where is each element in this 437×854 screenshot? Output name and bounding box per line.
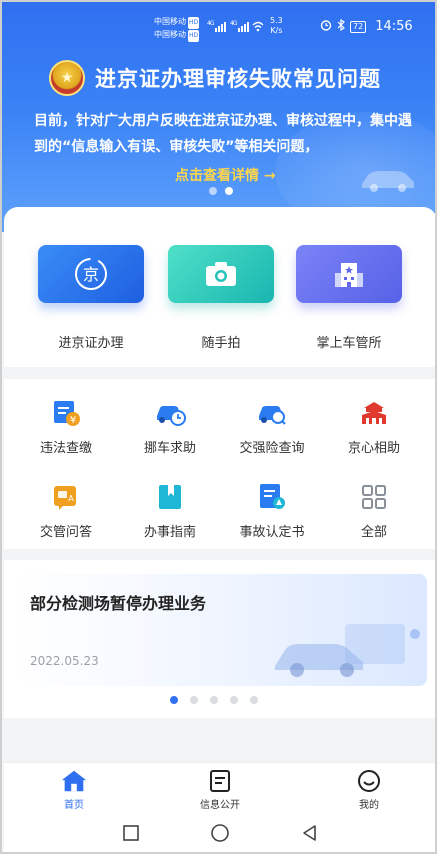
svg-text:京: 京	[83, 265, 99, 284]
grid-item-qa[interactable]: A 交管问答	[16, 481, 116, 540]
photo-report-tile-button[interactable]	[168, 245, 274, 303]
carrier-info: 中国移动 HD 中国移动 HD	[154, 16, 200, 42]
right-status: 72 14:56	[320, 18, 413, 34]
grid-item-guide[interactable]: 办事指南	[120, 481, 220, 540]
vehicle-office-tile-button[interactable]	[296, 245, 402, 303]
news-pagination	[170, 696, 258, 704]
nav-label-info: 信息公开	[200, 800, 240, 811]
grid-item-insurance-query[interactable]: 交强险查询	[222, 397, 322, 456]
news-dot-5[interactable]	[250, 696, 258, 704]
circle-icon	[211, 824, 229, 842]
grid-label-accident-doc: 事故认定书	[239, 525, 305, 540]
jingzheng-tile-button[interactable]: 京	[38, 245, 144, 303]
battery-indicator: 72	[350, 20, 367, 33]
clock-time: 14:56	[375, 19, 413, 34]
guide-bookmark-icon	[154, 481, 186, 513]
svg-text:¥: ¥	[70, 415, 76, 426]
bluetooth-icon	[337, 18, 345, 34]
move-car-icon	[154, 397, 186, 429]
svg-text:4G: 4G	[230, 20, 238, 27]
square-icon	[123, 825, 139, 841]
grid-label-guide: 办事指南	[143, 525, 196, 540]
grid-label-qa: 交管问答	[39, 525, 92, 540]
bottom-navigation: 首页 信息公开 我的	[4, 762, 435, 812]
net-speed: 5.3 K/s	[270, 16, 283, 36]
home-icon	[60, 768, 88, 794]
building-icon	[335, 263, 363, 287]
profile-smile-icon	[355, 768, 383, 794]
grid-label-insurance-query: 交强险查询	[239, 441, 305, 456]
car-illustration-icon	[362, 171, 414, 192]
news-date: 2022.05.23	[30, 654, 99, 668]
nav-tab-mine[interactable]: 我的	[329, 768, 409, 811]
nav-tab-home[interactable]: 首页	[34, 768, 114, 811]
hero-title: 进京证办理审核失败常见问题	[95, 67, 381, 91]
net-speed-value: 5.3	[270, 16, 283, 25]
grid-label-all: 全部	[360, 525, 387, 540]
recent-apps-button[interactable]	[120, 822, 142, 844]
svg-text:A: A	[68, 494, 74, 503]
svg-text:4G: 4G	[207, 20, 215, 27]
hero-dot-1[interactable]	[209, 187, 217, 195]
grid-label-jingxin: 京心相助	[347, 441, 400, 456]
camera-icon	[206, 262, 236, 286]
news-dot-1[interactable]	[170, 696, 178, 704]
info-document-icon	[206, 768, 234, 794]
carrier-2-label: 中国移动	[154, 30, 186, 39]
back-button[interactable]	[299, 822, 321, 844]
vehicle-office-label: 掌上车管所	[316, 336, 382, 351]
hero-description: 目前，针对广大用户反映在进京证办理、审核过程中，集中遇到的“信息输入有误、审核失…	[34, 113, 412, 155]
system-navigation-bar	[4, 812, 435, 852]
all-grid-icon	[358, 481, 390, 513]
jingzheng-label: 进京证办理	[58, 336, 124, 351]
hd-badge-1: HD	[188, 17, 200, 29]
grid-item-jingxin[interactable]: 京心相助	[324, 397, 424, 456]
fine-payment-icon: ¥	[50, 397, 82, 429]
status-bar: 中国移动 HD 中国移动 HD 4G 4G 5.3 K/s 72 14:56	[2, 2, 435, 52]
hero-banner[interactable]: 中国移动 HD 中国移动 HD 4G 4G 5.3 K/s 72 14:56 ★…	[2, 2, 435, 232]
hd-badge-2: HD	[188, 30, 200, 42]
news-dot-4[interactable]	[230, 696, 238, 704]
carrier-1-label: 中国移动	[154, 17, 186, 26]
grid-item-move-car[interactable]: 挪车求助	[120, 397, 220, 456]
news-dot-3[interactable]	[210, 696, 218, 704]
hero-dot-2[interactable]	[225, 187, 233, 195]
net-speed-unit: K/s	[270, 26, 283, 35]
service-grid: ¥ 违法查缴 挪车求助 交强险查询 京心相助 A 交管问答 办事指南 事故认定书…	[4, 379, 435, 549]
car-illustration-icon	[275, 624, 420, 677]
phone-frame: 中国移动 HD 中国移动 HD 4G 4G 5.3 K/s 72 14:56 ★…	[0, 0, 437, 854]
police-emblem-icon: ★	[49, 60, 85, 96]
photo-report-label: 随手拍	[201, 336, 241, 351]
news-panel: 部分检测场暂停办理业务 2022.05.23	[4, 560, 435, 718]
hero-detail-link[interactable]: 点击查看详情 →	[175, 165, 276, 185]
grid-item-accident-doc[interactable]: 事故认定书	[222, 481, 322, 540]
alarm-icon	[320, 19, 332, 34]
qa-icon: A	[50, 481, 82, 513]
hero-pagination	[209, 187, 233, 195]
news-title: 部分检测场暂停办理业务	[30, 594, 207, 613]
grid-item-fine-payment[interactable]: ¥ 违法查缴	[16, 397, 116, 456]
insurance-query-icon	[256, 397, 288, 429]
main-services-panel: 京 进京证办理 随手拍 掌上车管所	[4, 207, 435, 367]
nav-label-mine: 我的	[359, 800, 379, 811]
signal-icon: 4G 4G	[207, 19, 265, 36]
hero-title-row: ★ 进京证办理审核失败常见问题	[49, 60, 381, 96]
nav-tab-info[interactable]: 信息公开	[180, 768, 260, 811]
grid-item-all[interactable]: 全部	[324, 481, 424, 540]
news-card[interactable]: 部分检测场暂停办理业务 2022.05.23	[15, 574, 427, 686]
back-triangle-icon	[303, 825, 316, 841]
tiananmen-icon	[358, 397, 390, 429]
home-system-button[interactable]	[209, 822, 231, 844]
news-dot-2[interactable]	[190, 696, 198, 704]
accident-document-icon	[256, 481, 288, 513]
jing-badge-icon: 京	[75, 258, 107, 290]
grid-label-fine-payment: 违法查缴	[39, 441, 92, 456]
nav-label-home: 首页	[64, 800, 84, 811]
grid-label-move-car: 挪车求助	[143, 441, 196, 456]
